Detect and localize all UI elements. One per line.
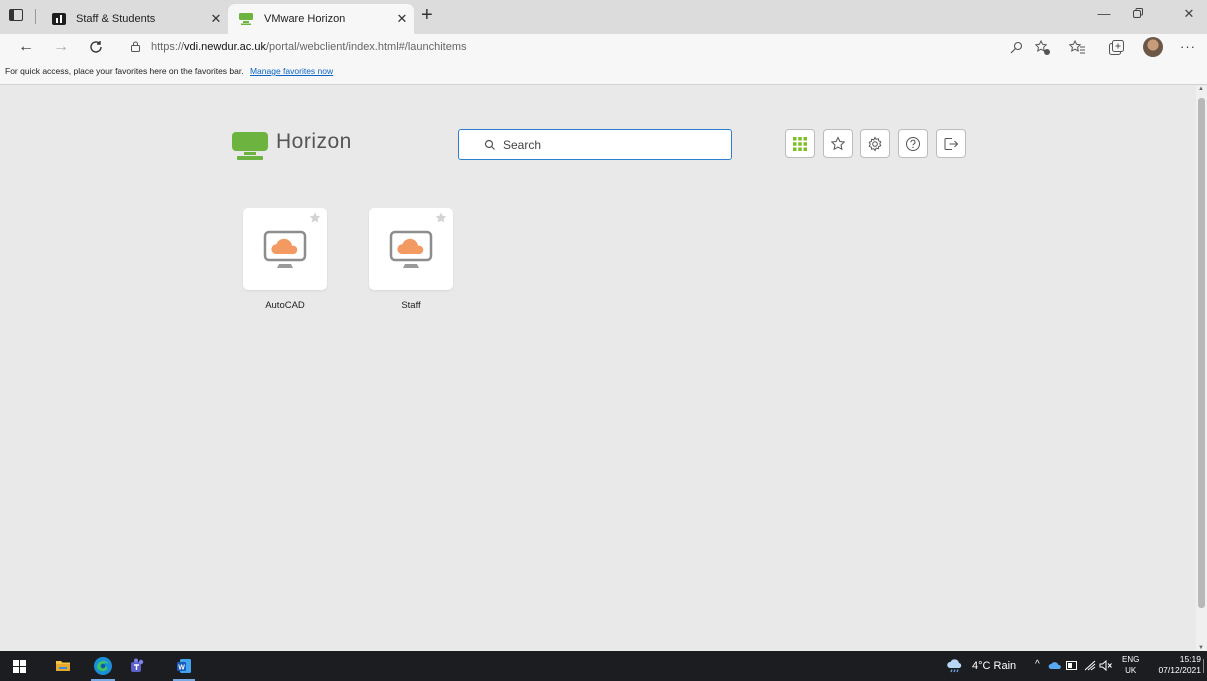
scroll-thumb[interactable] (1198, 98, 1205, 608)
clock-time: 15:19 (1179, 654, 1201, 664)
restore-icon[interactable] (1123, 6, 1153, 21)
battery-icon[interactable] (1066, 661, 1078, 670)
show-desktop-button[interactable] (1203, 659, 1204, 673)
url-path: /portal/webclient/index.html#/launchitem… (265, 41, 467, 53)
search-icon (484, 139, 495, 150)
gear-icon (868, 136, 882, 151)
search-input[interactable] (503, 135, 723, 155)
tab-title: Staff & Students (76, 13, 156, 25)
teams-icon[interactable] (128, 658, 144, 674)
tab-staff-students[interactable]: Staff & Students ✕ (44, 4, 228, 34)
favorite-star-icon[interactable] (435, 212, 447, 224)
horizon-logo-icon (232, 132, 268, 160)
logout-button[interactable] (936, 129, 966, 158)
address-bar: ← → https://vdi.newdur.ac.uk/portal/webc… (0, 34, 1207, 62)
tab-close-icon[interactable]: ✕ (390, 11, 414, 27)
word-icon[interactable]: W (176, 658, 192, 674)
tab-title: VMware Horizon (264, 13, 346, 25)
forward-icon[interactable]: → (53, 37, 69, 57)
svg-text:W: W (178, 665, 185, 672)
url-host: vdi.newdur.ac.uk (184, 41, 266, 53)
tab-actions-icon[interactable] (9, 9, 23, 21)
wifi-icon[interactable] (1084, 660, 1096, 671)
staff-students-favicon-icon (52, 13, 66, 25)
file-explorer-icon[interactable] (55, 658, 71, 674)
desktop-app-icon (389, 230, 433, 268)
app-label-autocad: AutoCAD (265, 300, 305, 311)
favorites-button[interactable] (823, 129, 853, 158)
logout-icon (944, 137, 959, 150)
profile-avatar[interactable] (1143, 37, 1163, 57)
weather-text: 4°C Rain (972, 660, 1017, 672)
url-field[interactable]: https://vdi.newdur.ac.uk/portal/webclien… (151, 41, 467, 53)
favorites-bar: For quick access, place your favorites h… (0, 62, 1207, 85)
favorites-icon[interactable] (1068, 39, 1086, 57)
horizon-page: Horizon AutoCAD (0, 86, 1196, 651)
app-grid-button[interactable] (785, 129, 815, 158)
tab-strip: Staff & Students ✕ VMware Horizon ✕ + — … (0, 0, 1207, 34)
app-tile-autocad[interactable] (243, 208, 327, 290)
add-favorite-icon[interactable] (1034, 39, 1052, 57)
tab-close-icon[interactable]: ✕ (204, 11, 228, 27)
settings-button[interactable] (860, 129, 890, 158)
rain-cloud-icon (947, 659, 962, 673)
clock-date: 07/12/2021 (1158, 665, 1201, 675)
horizon-favicon-icon (238, 12, 254, 26)
language-code: ENG (1122, 655, 1140, 664)
help-icon (906, 136, 920, 151)
horizon-brand-title: Horizon (276, 130, 352, 153)
url-prefix: https:// (151, 41, 185, 53)
manage-favorites-link[interactable]: Manage favorites now (250, 66, 333, 76)
minimize-icon[interactable]: — (1089, 6, 1119, 21)
vertical-scrollbar[interactable]: ▲ ▼ (1196, 86, 1207, 651)
windows-start-icon[interactable] (13, 660, 26, 673)
help-button[interactable] (898, 129, 928, 158)
show-hidden-icons-icon[interactable]: ^ (1035, 659, 1040, 670)
star-icon (830, 135, 846, 150)
onedrive-icon[interactable] (1048, 661, 1062, 670)
tab-separator (35, 9, 36, 24)
more-options-icon[interactable]: ··· (1180, 39, 1196, 54)
language-region: UK (1125, 666, 1137, 675)
desktop-app-icon (263, 230, 307, 268)
app-tile-staff[interactable] (369, 208, 453, 290)
language-indicator[interactable]: ENG UK (1122, 654, 1139, 676)
volume-muted-icon[interactable] (1099, 660, 1113, 671)
clock[interactable]: 15:19 07/12/2021 (1151, 654, 1201, 676)
lock-icon[interactable] (131, 41, 140, 52)
tab-vmware-horizon[interactable]: VMware Horizon ✕ (228, 4, 414, 34)
grid-icon (793, 136, 807, 151)
refresh-icon[interactable] (89, 37, 103, 60)
back-icon[interactable]: ← (18, 37, 34, 57)
edge-browser-icon[interactable] (93, 656, 113, 676)
scroll-up-icon[interactable]: ▲ (1198, 86, 1204, 92)
read-aloud-icon[interactable] (1007, 39, 1025, 57)
app-label-staff: Staff (401, 300, 421, 311)
favorites-bar-text: For quick access, place your favorites h… (5, 66, 244, 76)
weather-widget[interactable]: 4°C Rain (946, 659, 1016, 673)
close-window-icon[interactable]: ✕ (1174, 6, 1204, 22)
search-box[interactable] (458, 129, 732, 160)
taskbar: W 4°C Rain ^ ENG UK 15:19 07/12/2021 (0, 651, 1207, 681)
collections-icon[interactable] (1107, 39, 1125, 57)
new-tab-button[interactable]: + (421, 5, 433, 25)
favorite-star-icon[interactable] (309, 212, 321, 224)
